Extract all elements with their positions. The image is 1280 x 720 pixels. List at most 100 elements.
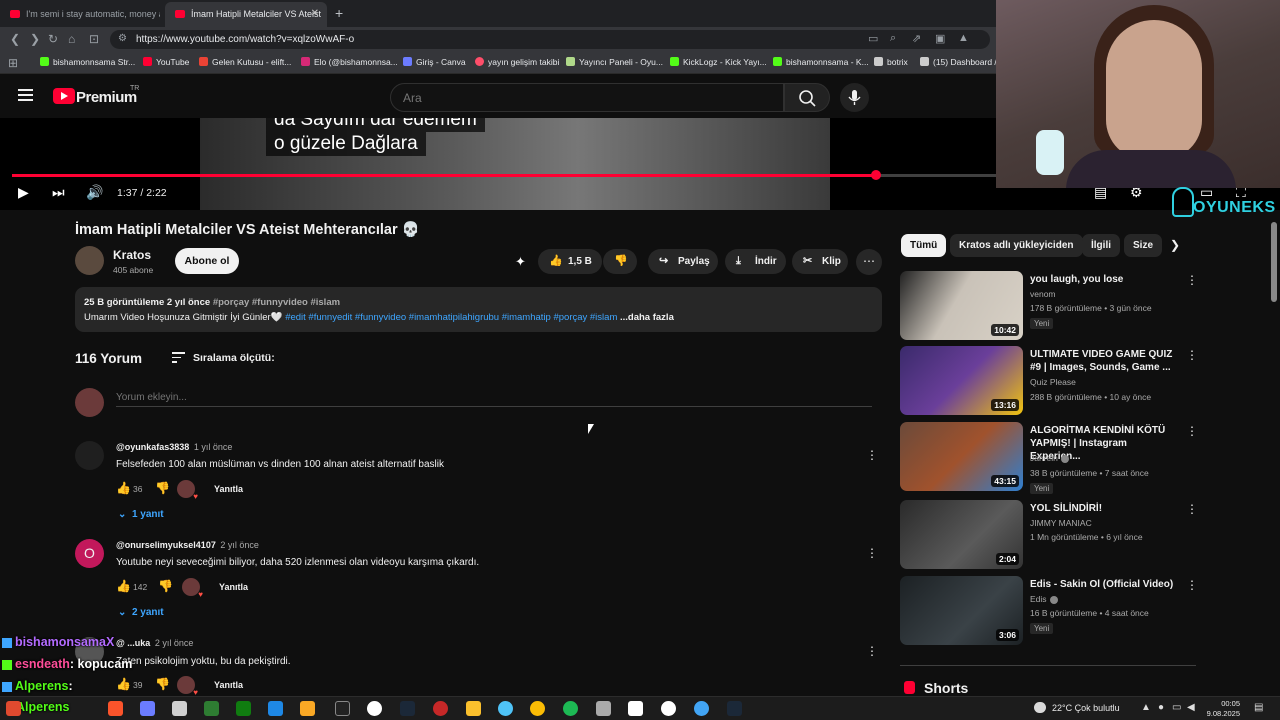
chip-from-uploader[interactable]: Kratos adlı yükleyiciden [950, 234, 1083, 257]
search-button[interactable] [784, 83, 830, 112]
youtube-logo-icon[interactable] [53, 88, 75, 104]
comment-like-icon[interactable]: 👍 [116, 579, 131, 593]
youtube-premium-logo[interactable]: Premium [76, 89, 137, 106]
play-icon[interactable]: ▶ [18, 184, 29, 201]
forward-icon[interactable]: ❯ [30, 32, 40, 46]
comment-menu-icon[interactable]: ⋮ [866, 448, 878, 462]
reply-button[interactable]: Yanıtla [214, 680, 243, 690]
video-menu-icon[interactable]: ⋮ [1186, 578, 1198, 592]
comment-dislike-icon[interactable]: 👎 [158, 579, 173, 593]
edge-icon[interactable] [694, 701, 709, 716]
progress-bar[interactable] [12, 170, 1002, 180]
app-icon[interactable] [596, 701, 611, 716]
description-hashtags[interactable]: #edit #funnyedit #funnyvideo #imamhatipi… [285, 312, 617, 323]
chrome-icon[interactable] [530, 701, 545, 716]
home-icon[interactable]: ⌂ [68, 32, 75, 46]
voice-search-button[interactable] [840, 83, 869, 112]
app-icon[interactable] [172, 701, 187, 716]
comment-time[interactable]: 2 yıl önce [155, 638, 194, 648]
extension-icon[interactable]: ▣ [935, 32, 945, 45]
search-input[interactable] [403, 91, 763, 105]
zoom-icon[interactable]: ⌕ [890, 32, 896, 45]
screenshot-icon[interactable]: ▭ [868, 32, 878, 45]
video-title[interactable]: ULTIMATE VIDEO GAME QUIZ #9 | Images, So… [1030, 348, 1180, 374]
channel-name[interactable]: Jahrein [1030, 453, 1058, 463]
video-title[interactable]: Edis - Sakin Ol (Official Video) [1030, 578, 1180, 591]
recommended-video[interactable]: 13:16 ULTIMATE VIDEO GAME QUIZ #9 | Imag… [900, 346, 1200, 416]
epic-games-icon[interactable] [335, 701, 350, 716]
network-icon[interactable]: ▭ [1172, 702, 1181, 713]
add-comment-input[interactable] [116, 389, 872, 407]
video-menu-icon[interactable]: ⋮ [1186, 273, 1198, 287]
recommended-video[interactable]: 43:15 ALGORİTMA KENDİNİ KÖTÜ YAPMIŞ! | I… [900, 422, 1200, 494]
show-more-link[interactable]: ...daha fazla [620, 312, 674, 323]
scrollbar-thumb[interactable] [1271, 222, 1277, 302]
reply-button[interactable]: Yanıtla [219, 582, 248, 592]
bookmark-item[interactable]: KickLogz - Kick Yayı... [670, 57, 767, 67]
channel-avatar[interactable] [75, 246, 104, 275]
browser-tab-2[interactable]: İmam Hatipli Metalciler VS Ateist ✕ [165, 2, 327, 27]
sort-icon[interactable] [172, 352, 185, 363]
brave-icon[interactable] [108, 701, 123, 716]
chip-for-you[interactable]: Size [1124, 234, 1163, 257]
bookmark-item[interactable]: Gelen Kutusu - elift... [199, 57, 291, 67]
next-icon[interactable]: ⏭ [52, 184, 65, 201]
mic-tray-icon[interactable]: ● [1158, 702, 1164, 713]
comment-time[interactable]: 1 yıl önce [194, 442, 233, 452]
chip-all[interactable]: Tümü [901, 234, 947, 257]
video-thumbnail[interactable]: 10:42 [900, 271, 1023, 340]
steam-icon[interactable] [727, 701, 742, 716]
bookmark-item[interactable]: Elo (@bishamonnsa... [301, 57, 398, 67]
description-box[interactable]: 25 B görüntüleme 2 yıl önce #porçay #fun… [75, 287, 882, 332]
app-icon[interactable] [268, 701, 283, 716]
comment-menu-icon[interactable]: ⋮ [866, 546, 878, 560]
video-menu-icon[interactable]: ⋮ [1186, 424, 1198, 438]
like-button[interactable]: 👍 1,5 B [538, 249, 602, 274]
comment-dislike-icon[interactable]: 👎 [155, 481, 170, 495]
channel-name[interactable]: JIMMY MANIAC [1030, 518, 1092, 528]
bookmark-item[interactable]: bishamonnsama - K... [773, 57, 869, 67]
alert-extension-icon[interactable]: ▲ [958, 32, 969, 44]
url-field[interactable]: ⚙ https://www.youtube.com/watch?v=xqlzoW… [110, 30, 990, 49]
video-title[interactable]: you laugh, you lose [1030, 273, 1180, 286]
close-tab-icon[interactable]: ✕ [311, 8, 319, 19]
recommended-video[interactable]: 3:06 Edis - Sakin Ol (Official Video) Ed… [900, 576, 1200, 646]
steam-icon[interactable] [400, 701, 415, 716]
site-info-icon[interactable]: ⚙ [118, 33, 127, 44]
comment-menu-icon[interactable]: ⋮ [866, 644, 878, 658]
app-icon[interactable] [661, 701, 676, 716]
xbox-icon[interactable] [236, 701, 251, 716]
bookmark-item[interactable]: botrix [874, 57, 908, 67]
spotify-icon[interactable] [563, 701, 578, 716]
volume-tray-icon[interactable]: ◀ [1187, 702, 1195, 713]
app-icon[interactable] [300, 701, 315, 716]
share-button[interactable]: ↪ Paylaş [648, 249, 718, 274]
video-menu-icon[interactable]: ⋮ [1186, 348, 1198, 362]
bookmark-item[interactable]: yayın gelişim takibi [475, 57, 559, 67]
comment-author[interactable]: @ ...uka [116, 638, 150, 648]
bookmark-item[interactable]: YouTube [143, 57, 189, 67]
video-thumbnail[interactable]: 3:06 [900, 576, 1023, 645]
channel-name[interactable]: venom [1030, 289, 1056, 299]
dislike-button[interactable]: 👎 [603, 249, 637, 274]
notion-icon[interactable] [628, 701, 643, 716]
new-tab-button[interactable]: + [335, 5, 343, 21]
weather-text[interactable]: 22°C Çok bulutlu [1052, 703, 1120, 713]
progress-scrubber[interactable] [871, 170, 882, 180]
reload-icon[interactable]: ↻ [48, 32, 58, 46]
video-title[interactable]: YOL SİLİNDİRİ! [1030, 502, 1180, 515]
obs-icon[interactable] [433, 701, 448, 716]
commenter-avatar[interactable]: O [75, 539, 104, 568]
video-thumbnail[interactable]: 13:16 [900, 346, 1023, 415]
bookmark-item[interactable]: bishamonnsama Str... [40, 57, 135, 67]
hamburger-menu-icon[interactable] [18, 89, 33, 101]
chevron-right-icon[interactable]: ❯ [1170, 238, 1180, 252]
apps-grid-icon[interactable]: ⊞ [8, 56, 18, 70]
commenter-avatar[interactable] [75, 441, 104, 470]
app-icon[interactable] [498, 701, 513, 716]
recommended-video[interactable]: 10:42 you laugh, you lose venom 178 B gö… [900, 271, 1200, 341]
bookmark-item[interactable]: Yayıncı Paneli - Oyu... [566, 57, 663, 67]
clock[interactable]: 00:05 9.08.2025 [1206, 699, 1240, 719]
comment-author[interactable]: @oyunkafas3838 [116, 442, 189, 452]
meta-hashtags[interactable]: #porçay #funnyvideo #islam [213, 297, 340, 308]
